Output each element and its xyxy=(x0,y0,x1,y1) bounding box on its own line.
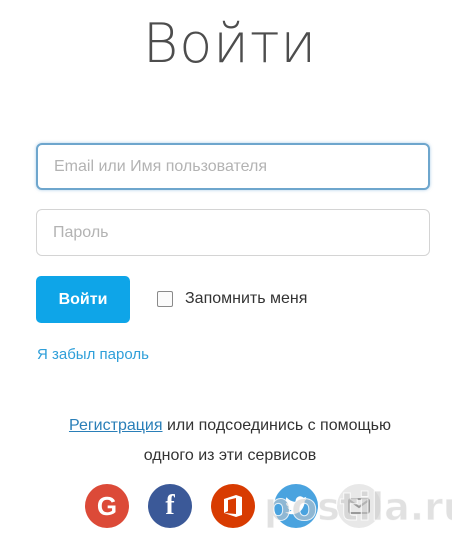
forgot-password-link[interactable]: Я забыл пароль xyxy=(37,346,149,363)
twitter-glyph xyxy=(285,496,307,515)
office-glyph xyxy=(224,495,242,517)
remember-checkbox[interactable] xyxy=(157,291,173,307)
password-field[interactable] xyxy=(36,209,430,256)
google-icon[interactable]: G xyxy=(85,484,129,528)
remember-label: Запомнить меня xyxy=(185,290,308,307)
register-line-1: Регистрация или подсоединись с помощью xyxy=(0,411,460,441)
register-line-2: одного из эти сервисов xyxy=(143,447,317,464)
twitter-icon[interactable] xyxy=(274,484,318,528)
register-rest: или подсоединись с помощью xyxy=(162,417,392,434)
register-text: Регистрация или подсоединись с помощью о… xyxy=(0,411,460,471)
office-icon[interactable] xyxy=(211,484,255,528)
page-title: Войти xyxy=(142,12,318,75)
email-field[interactable] xyxy=(36,143,430,190)
facebook-letter: f xyxy=(165,490,175,521)
register-link[interactable]: Регистрация xyxy=(69,417,163,434)
mail-icon[interactable] xyxy=(337,484,381,528)
facebook-icon[interactable]: f xyxy=(148,484,192,528)
mail-glyph xyxy=(348,498,370,514)
login-button[interactable]: Войти xyxy=(36,276,130,323)
google-letter: G xyxy=(96,490,118,521)
remember-me[interactable]: Запомнить меня xyxy=(157,288,307,310)
login-page: Войти Войти Запомнить меня Я забыл парол… xyxy=(0,0,460,545)
